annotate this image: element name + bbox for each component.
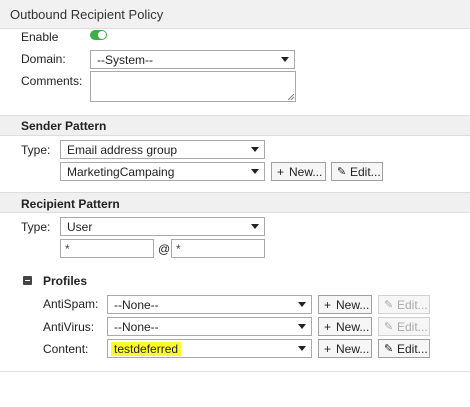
resize-grip-icon[interactable]	[288, 94, 294, 100]
footer-divider	[0, 371, 470, 372]
recipient-local-input[interactable]: *	[60, 239, 154, 258]
recipient-local-value: *	[65, 242, 70, 256]
antispam-value: --None--	[114, 298, 159, 312]
recipient-pattern-title: Recipient Pattern	[21, 197, 120, 211]
recipient-domain-value: *	[176, 242, 181, 256]
antivirus-new-button[interactable]: + New...	[318, 317, 372, 336]
antivirus-edit-label: Edit...	[397, 320, 428, 334]
sender-type-select[interactable]: Email address group	[60, 140, 265, 159]
content-select[interactable]: testdeferred	[107, 339, 312, 358]
edit-icon: ✎	[384, 299, 394, 311]
content-new-label: New...	[336, 342, 370, 356]
chevron-down-icon	[251, 147, 259, 152]
sender-edit-label: Edit...	[350, 165, 381, 179]
chevron-down-icon	[298, 302, 306, 307]
recipient-domain-input[interactable]: *	[171, 239, 265, 258]
sender-type-label: Type:	[21, 143, 51, 157]
sender-new-button[interactable]: + New...	[271, 162, 326, 181]
antispam-edit-label: Edit...	[397, 298, 428, 312]
sender-edit-button[interactable]: ✎ Edit...	[331, 162, 383, 181]
comments-textarea[interactable]	[90, 71, 296, 102]
enable-label: Enable	[21, 30, 59, 44]
plus-icon: +	[324, 298, 332, 312]
edit-icon: ✎	[337, 166, 347, 178]
sender-group-value: MarketingCampaing	[67, 165, 175, 179]
chevron-down-icon	[281, 57, 289, 62]
domain-select[interactable]: --System--	[90, 50, 295, 69]
domain-label: Domain:	[21, 52, 66, 66]
enable-toggle[interactable]	[90, 30, 107, 40]
domain-select-value: --System--	[97, 53, 153, 67]
collapse-icon[interactable]	[23, 276, 32, 285]
comments-label: Comments:	[21, 74, 83, 88]
antivirus-value: --None--	[114, 320, 159, 334]
sender-pattern-title: Sender Pattern	[21, 119, 107, 133]
recipient-type-value: User	[67, 220, 93, 234]
plus-icon: +	[277, 165, 285, 179]
antispam-edit-button[interactable]: ✎ Edit...	[378, 295, 430, 314]
recipient-type-label: Type:	[21, 220, 51, 234]
profiles-title: Profiles	[43, 274, 88, 288]
content-edit-label: Edit...	[397, 342, 428, 356]
content-edit-button[interactable]: ✎ Edit...	[378, 339, 430, 358]
antivirus-label: AntiVirus:	[43, 320, 95, 334]
sender-group-select[interactable]: MarketingCampaing	[60, 162, 265, 181]
antivirus-new-label: New...	[336, 320, 370, 334]
chevron-down-icon	[298, 324, 306, 329]
antispam-new-label: New...	[336, 298, 370, 312]
content-label: Content:	[43, 342, 89, 356]
antispam-new-button[interactable]: + New...	[318, 295, 372, 314]
edit-icon: ✎	[384, 321, 394, 333]
chevron-down-icon	[298, 346, 306, 351]
dialog-title: Outbound Recipient Policy	[10, 7, 164, 22]
content-value: testdeferred	[111, 342, 182, 356]
antispam-select[interactable]: --None--	[107, 295, 312, 314]
plus-icon: +	[324, 320, 332, 334]
at-symbol: @	[158, 242, 171, 256]
antivirus-edit-button[interactable]: ✎ Edit...	[378, 317, 430, 336]
antivirus-select[interactable]: --None--	[107, 317, 312, 336]
antispam-label: AntiSpam:	[43, 297, 99, 311]
chevron-down-icon	[251, 224, 259, 229]
edit-icon: ✎	[384, 343, 394, 355]
chevron-down-icon	[251, 169, 259, 174]
plus-icon: +	[324, 342, 332, 356]
recipient-type-select[interactable]: User	[60, 217, 265, 236]
sender-new-label: New...	[289, 165, 323, 179]
sender-type-value: Email address group	[67, 143, 178, 157]
content-new-button[interactable]: + New...	[318, 339, 372, 358]
toggle-knob	[98, 31, 106, 39]
